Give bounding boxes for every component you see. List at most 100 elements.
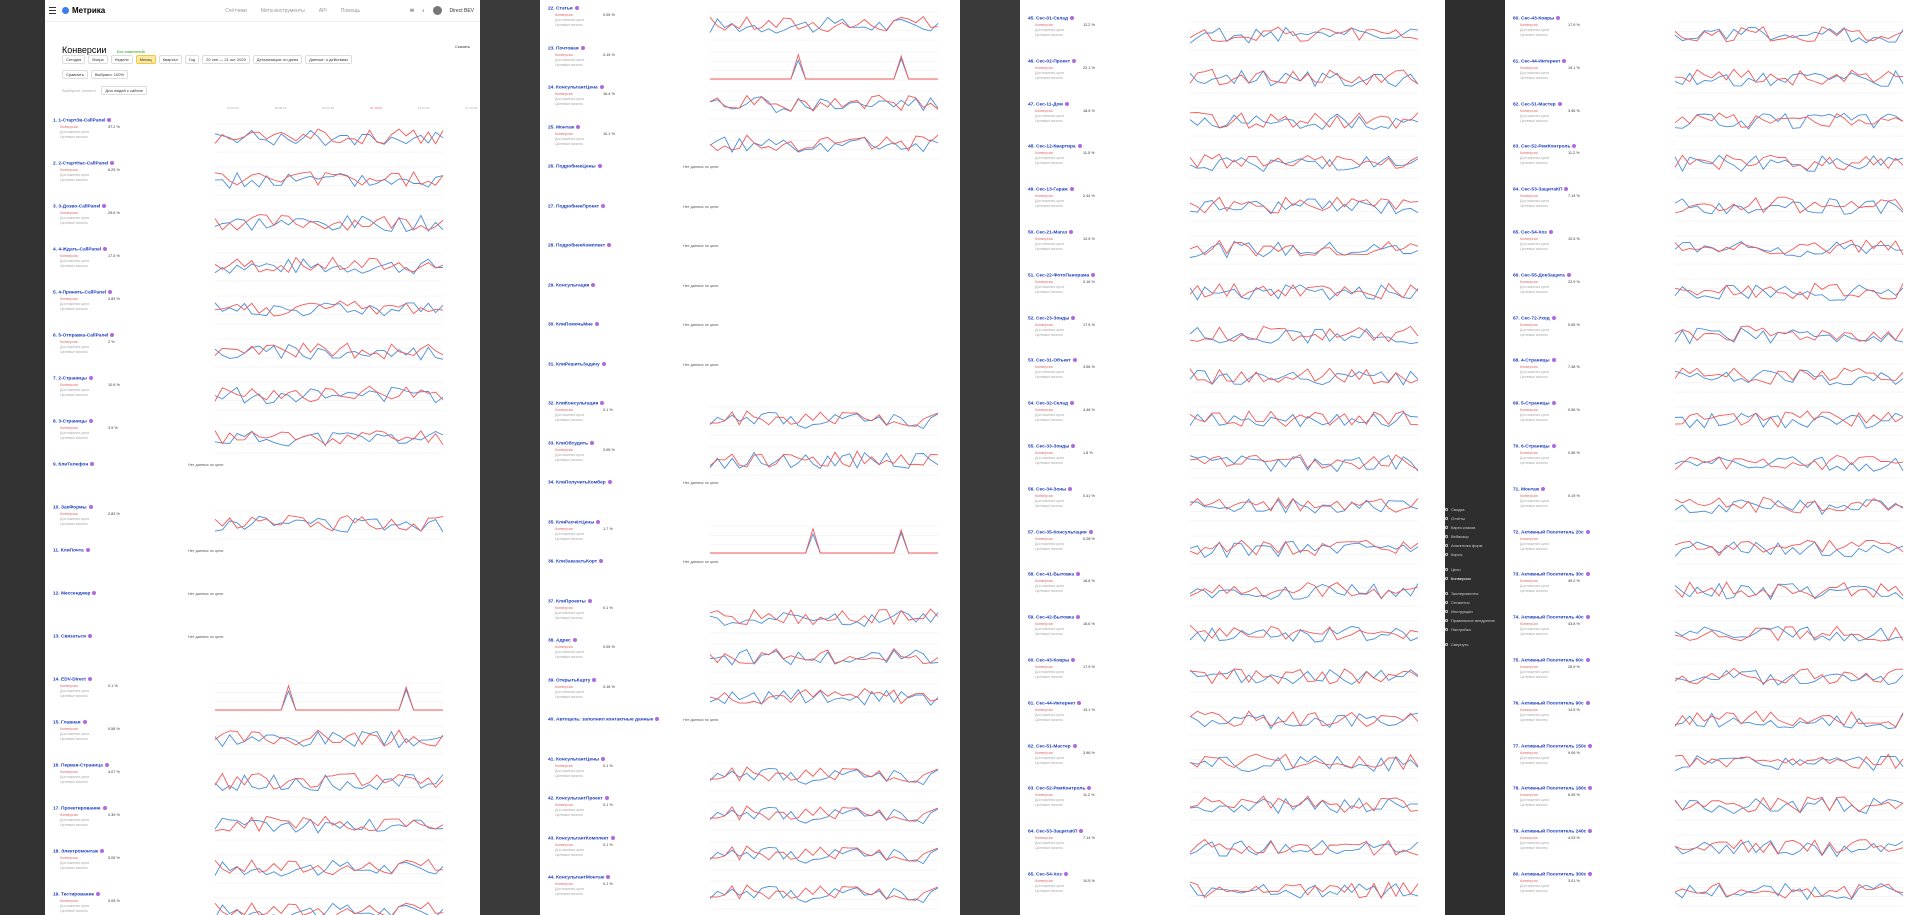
goal-title[interactable]: 62. Сеc-51-Мастер: [1028, 743, 1077, 749]
goal-info-icon[interactable]: [1551, 401, 1556, 406]
goal-info-icon[interactable]: [85, 548, 90, 552]
goal-info-icon[interactable]: [1070, 16, 1075, 20]
goal-title[interactable]: 73. Активный Посетитель 30с: [1513, 572, 1590, 578]
goal-info-icon[interactable]: [87, 634, 92, 638]
goal-title[interactable]: 71. Монтаж: [1513, 486, 1546, 492]
period-yesterday[interactable]: Вчера: [88, 55, 108, 64]
goal-title[interactable]: 44. КонсультантМонтаж: [548, 875, 611, 880]
goal-title[interactable]: 55. Сеc-33-Зонды: [1028, 444, 1076, 449]
side-menu-item[interactable]: Вебвизор: [1445, 532, 1505, 541]
goal-title[interactable]: 65. Сеc-54-Хоз: [1028, 872, 1068, 877]
period-week[interactable]: Неделя: [110, 55, 133, 64]
goal-info-icon[interactable]: [601, 361, 606, 366]
hamburger-icon[interactable]: [49, 7, 56, 14]
goal-info-icon[interactable]: [108, 290, 113, 294]
goal-info-icon[interactable]: [1588, 786, 1593, 791]
goal-info-icon[interactable]: [591, 282, 596, 287]
goal-title[interactable]: 30. КлиПомочьМне: [548, 322, 599, 327]
goal-title[interactable]: 61. Сеc-44-Интернет: [1028, 700, 1082, 706]
goal-title[interactable]: 50. Сеc-21-Магаз: [1028, 230, 1074, 235]
goal-info-icon[interactable]: [1585, 615, 1590, 620]
goal-title[interactable]: 5. 4-Принять-CallPanel: [53, 290, 113, 295]
goal-info-icon[interactable]: [604, 796, 609, 800]
goal-title[interactable]: 8. 3-Страницы: [53, 419, 93, 424]
goal-info-icon[interactable]: [1091, 272, 1096, 277]
side-menu-item[interactable]: Настройка: [1445, 625, 1505, 634]
goal-title[interactable]: 12. Мессенджер: [53, 591, 97, 596]
goal-title[interactable]: 52. Сеc-23-Зонды: [1028, 315, 1076, 321]
goal-info-icon[interactable]: [1076, 572, 1081, 577]
goal-info-icon[interactable]: [96, 892, 101, 896]
goal-info-icon[interactable]: [100, 849, 105, 853]
side-menu-item[interactable]: Эксперименты: [1445, 589, 1505, 598]
goal-info-icon[interactable]: [1572, 144, 1577, 149]
goal-info-icon[interactable]: [601, 203, 606, 208]
goal-info-icon[interactable]: [599, 559, 604, 563]
app-logo[interactable]: Метрика: [62, 6, 105, 15]
goal-info-icon[interactable]: [1077, 144, 1082, 149]
goal-info-icon[interactable]: [90, 462, 95, 466]
goal-info-icon[interactable]: [1071, 315, 1076, 320]
goal-title[interactable]: 16. Первая-Страница: [53, 763, 109, 768]
sample-select[interactable]: Выбрано: 100%: [90, 70, 128, 79]
side-menu-item[interactable]: Карты: [1445, 550, 1505, 559]
goal-info-icon[interactable]: [103, 247, 108, 251]
goal-info-icon[interactable]: [1064, 101, 1069, 106]
goal-info-icon[interactable]: [599, 85, 604, 89]
goal-title[interactable]: 46. Сеc-02-Проект: [1028, 58, 1077, 64]
goal-info-icon[interactable]: [88, 376, 93, 380]
side-menu-item[interactable]: Карта кликов: [1445, 523, 1505, 532]
goal-info-icon[interactable]: [1551, 315, 1556, 320]
goal-info-icon[interactable]: [1585, 658, 1590, 662]
goal-title[interactable]: 34. КлиПолучитьКомбер: [548, 480, 612, 485]
goal-info-icon[interactable]: [110, 161, 115, 165]
goal-title[interactable]: 70. 6-Страницы: [1513, 444, 1556, 449]
goal-info-icon[interactable]: [1069, 187, 1074, 192]
goal-title[interactable]: 1. 1-СтартЗв-CallPanel: [53, 118, 112, 123]
period-today[interactable]: Сегодня: [62, 55, 86, 64]
goal-info-icon[interactable]: [576, 124, 581, 129]
goal-title[interactable]: 15. Главная: [53, 720, 87, 725]
goal-info-icon[interactable]: [601, 756, 606, 761]
goal-title[interactable]: 39. ОткрытьКарту: [548, 677, 597, 683]
goal-title[interactable]: 76. Активный Посетитель 90с: [1513, 700, 1590, 706]
date-range-picker[interactable]: 20 сен — 21 окт 2020: [202, 55, 250, 64]
goal-title[interactable]: 40. Автоцель: заполнил контактные данные: [548, 717, 660, 722]
goal-title[interactable]: 78. Активный Посетитель 180с: [1513, 786, 1593, 792]
goal-title[interactable]: 31. КлиРешитьЗадачу: [548, 361, 606, 367]
side-menu-item[interactable]: Отчёты: [1445, 514, 1505, 523]
goal-title[interactable]: 9. КлиТелефон: [53, 462, 95, 467]
bell-icon[interactable]: ♪: [422, 8, 425, 14]
goal-info-icon[interactable]: [1079, 829, 1084, 834]
goal-title[interactable]: 59. Сеc-42-Бытовка: [1028, 615, 1081, 620]
goal-info-icon[interactable]: [1585, 572, 1590, 577]
goal-info-icon[interactable]: [1071, 658, 1076, 662]
goal-title[interactable]: 23. Почтовая: [548, 45, 585, 51]
goal-info-icon[interactable]: [110, 333, 115, 337]
goal-title[interactable]: 43. КонсультантКомплект: [548, 835, 615, 841]
goal-info-icon[interactable]: [88, 419, 93, 423]
goal-title[interactable]: 32. КлиКонсультация: [548, 401, 605, 406]
goal-title[interactable]: 56. Сеc-34-Зоны: [1028, 486, 1073, 492]
goal-title[interactable]: 3. 3-Дозво-CallPanel: [53, 204, 107, 209]
goal-info-icon[interactable]: [104, 763, 109, 767]
goal-info-icon[interactable]: [102, 204, 107, 208]
side-menu-item[interactable]: Сегменты: [1445, 598, 1505, 607]
goal-info-icon[interactable]: [1556, 16, 1561, 20]
side-menu-item[interactable]: Аналитика форм: [1445, 541, 1505, 550]
detail-select[interactable]: Детализация: по дням: [252, 55, 303, 64]
goal-title[interactable]: 74. Активный Посетитель 40с: [1513, 615, 1590, 620]
goal-title[interactable]: 69. 5-Страницы: [1513, 401, 1556, 406]
goal-info-icon[interactable]: [1063, 872, 1068, 876]
goal-info-icon[interactable]: [1072, 58, 1077, 63]
goal-title[interactable]: 67. Сеc-72-Уход: [1513, 315, 1556, 321]
goal-info-icon[interactable]: [107, 118, 112, 122]
goal-info-icon[interactable]: [600, 401, 605, 405]
side-menu-item[interactable]: Инструкции: [1445, 607, 1505, 616]
goal-info-icon[interactable]: [1585, 529, 1590, 534]
goal-info-icon[interactable]: [1071, 444, 1076, 448]
avatar[interactable]: [432, 6, 442, 15]
nav-item-help[interactable]: Помощь: [341, 8, 360, 14]
goal-info-icon[interactable]: [606, 875, 611, 879]
period-year[interactable]: Год: [184, 55, 200, 64]
